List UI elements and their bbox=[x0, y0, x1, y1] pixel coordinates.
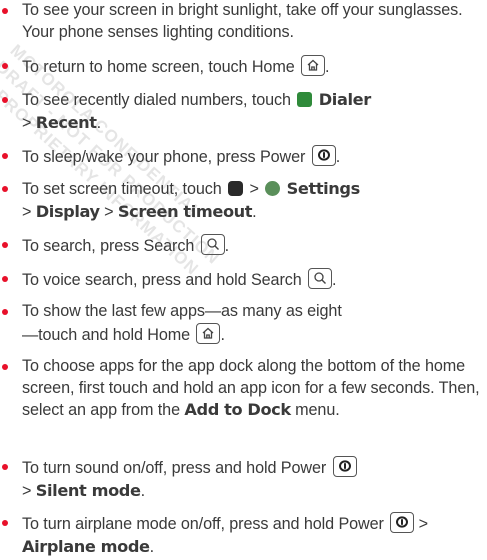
settings-label: Settings bbox=[286, 179, 361, 198]
item-text: To search, press Search bbox=[22, 237, 195, 255]
silent-mode-label: Silent mode bbox=[35, 480, 141, 500]
separator: > bbox=[22, 481, 32, 500]
screen-timeout-label: Screen timeout bbox=[117, 201, 253, 221]
item-end: . bbox=[332, 271, 337, 289]
item-end: . bbox=[140, 481, 146, 500]
dialer-label: Dialer bbox=[318, 90, 371, 109]
item-end: . bbox=[96, 113, 102, 132]
list-item-airplane-mode: To turn airplane mode on/off, press and … bbox=[0, 512, 487, 558]
recent-label: Recent bbox=[35, 112, 97, 132]
separator: > bbox=[22, 202, 32, 221]
item-text: To set screen timeout, touch bbox=[22, 180, 222, 198]
settings-gear-icon bbox=[265, 181, 281, 196]
item-end: . bbox=[224, 237, 230, 255]
airplane-mode-label: Airplane mode bbox=[22, 536, 150, 556]
list-item-sleep-wake: To sleep/wake your phone, press Power . bbox=[0, 145, 342, 169]
list-item-sunlight: To see your screen in bright sunlight, t… bbox=[0, 0, 487, 43]
power-key-icon bbox=[332, 456, 357, 477]
list-item-sound-toggle: To turn sound on/off, press and hold Pow… bbox=[0, 456, 359, 502]
dialer-app-icon bbox=[297, 92, 313, 107]
separator: > bbox=[104, 202, 114, 221]
separator: > bbox=[249, 180, 259, 198]
item-text: To voice search, press and hold Search bbox=[22, 271, 302, 289]
item-text: To turn sound on/off, press and hold Pow… bbox=[22, 459, 327, 477]
bullet bbox=[2, 186, 8, 192]
item-text: To return to home screen, touch Home bbox=[22, 58, 295, 76]
home-key-icon bbox=[301, 55, 326, 76]
launcher-icon bbox=[228, 181, 244, 196]
bullet bbox=[2, 520, 8, 526]
list-item-dialer: To see recently dialed numbers, touch Di… bbox=[0, 89, 373, 134]
separator: > bbox=[22, 113, 32, 132]
list-item-screen-timeout: To set screen timeout, touch > Settings … bbox=[0, 178, 362, 223]
list-item-search: To search, press Search . bbox=[0, 234, 231, 258]
bullet bbox=[2, 97, 8, 103]
list-item-home: To return to home screen, touch Home . bbox=[0, 55, 331, 79]
list-item-voice-search: To voice search, press and hold Search . bbox=[0, 268, 338, 292]
separator: > bbox=[418, 515, 429, 533]
item-end: menu. bbox=[295, 401, 340, 419]
power-key-icon bbox=[390, 512, 415, 533]
bullet bbox=[2, 364, 8, 370]
bullet bbox=[2, 464, 8, 470]
search-key-icon bbox=[200, 234, 225, 255]
display-label: Display bbox=[35, 201, 100, 221]
power-key-icon bbox=[311, 145, 336, 166]
item-end: . bbox=[325, 58, 330, 76]
list-item-app-dock: To choose apps for the app dock along th… bbox=[0, 356, 487, 422]
item-text: To see your screen in bright sunlight, t… bbox=[22, 1, 463, 41]
item-text: To turn airplane mode on/off, press and … bbox=[22, 515, 384, 533]
home-key-icon bbox=[196, 322, 221, 344]
bullet bbox=[2, 153, 8, 159]
item-text: To sleep/wake your phone, press Power bbox=[22, 148, 306, 166]
item-text: To show the last few apps—as many as eig… bbox=[22, 302, 342, 344]
bullet bbox=[2, 276, 8, 282]
item-end: . bbox=[252, 202, 257, 221]
bullet bbox=[2, 242, 8, 248]
bullet bbox=[2, 309, 8, 315]
bullet bbox=[2, 63, 8, 69]
item-end: . bbox=[149, 537, 155, 556]
item-end: . bbox=[220, 325, 225, 344]
bullet bbox=[2, 8, 8, 14]
item-end: . bbox=[335, 148, 341, 166]
search-key-icon bbox=[308, 268, 333, 289]
list-item-recent-apps: To show the last few apps—as many as eig… bbox=[0, 301, 344, 346]
item-text: To see recently dialed numbers, touch bbox=[22, 91, 291, 109]
add-to-dock-label: Add to Dock bbox=[184, 400, 291, 419]
